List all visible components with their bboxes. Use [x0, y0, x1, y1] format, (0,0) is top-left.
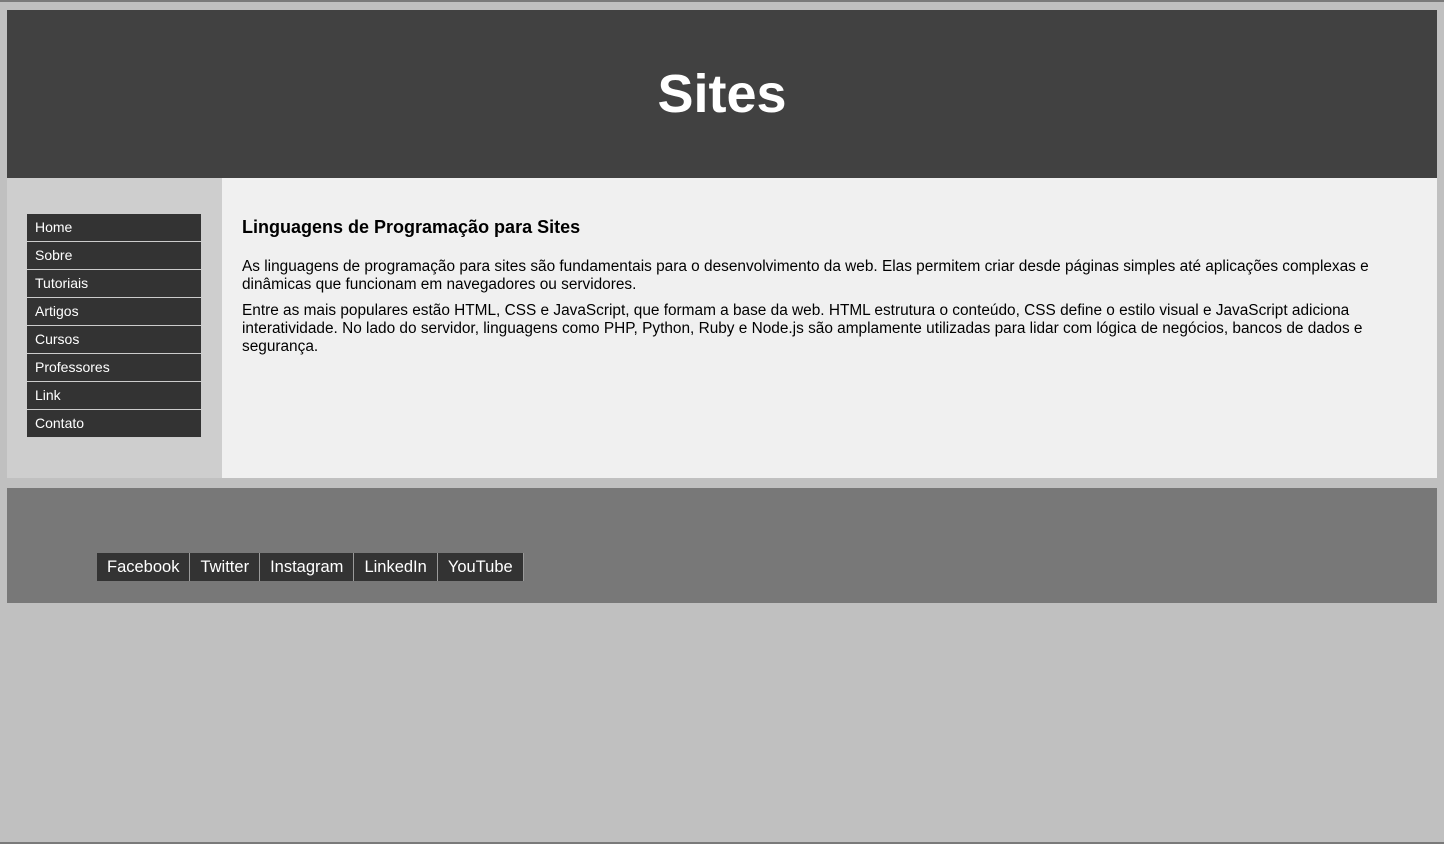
article-paragraph-2: Entre as mais populares estão HTML, CSS …	[242, 302, 1363, 355]
social-link-facebook[interactable]: Facebook	[97, 553, 191, 581]
nav-item-professores[interactable]: Professores	[27, 354, 201, 382]
social-link-instagram[interactable]: Instagram	[260, 553, 355, 581]
sidebar-nav: Home Sobre Tutoriais Artigos Cursos Prof…	[27, 214, 201, 438]
site-header: Sites	[7, 10, 1437, 178]
site-title: Sites	[657, 64, 787, 124]
nav-item-tutoriais[interactable]: Tutoriais	[27, 270, 201, 298]
social-link-youtube[interactable]: YouTube	[437, 553, 524, 581]
article-heading: Linguagens de Programação para Sites	[242, 217, 581, 237]
site-footer: Facebook Twitter Instagram LinkedIn YouT…	[7, 488, 1437, 603]
main-content: Linguagens de Programação para Sites As …	[222, 178, 1437, 478]
nav-item-contato[interactable]: Contato	[27, 410, 201, 438]
nav-item-link[interactable]: Link	[27, 382, 201, 410]
nav-item-cursos[interactable]: Cursos	[27, 326, 201, 354]
article: Linguagens de Programação para Sites As …	[242, 216, 1422, 364]
nav-item-home[interactable]: Home	[27, 214, 201, 242]
window-top-border	[0, 0, 1444, 2]
nav-item-artigos[interactable]: Artigos	[27, 298, 201, 326]
social-links: Facebook Twitter Instagram LinkedIn YouT…	[97, 553, 524, 581]
social-link-linkedin[interactable]: LinkedIn	[354, 553, 438, 581]
sidebar: Home Sobre Tutoriais Artigos Cursos Prof…	[7, 178, 222, 478]
nav-item-sobre[interactable]: Sobre	[27, 242, 201, 270]
social-link-twitter[interactable]: Twitter	[190, 553, 261, 581]
article-paragraph-1: As linguagens de programação para sites …	[242, 258, 1369, 293]
